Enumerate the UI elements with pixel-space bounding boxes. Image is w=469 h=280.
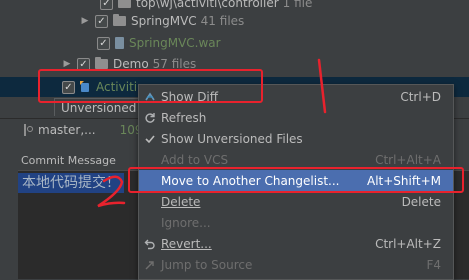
menu-item-revert[interactable]: Revert... Ctrl+Alt+Z: [139, 233, 453, 254]
tree-row-label: top\wj\activiti\controller: [136, 0, 279, 10]
menu-item-show-unversioned[interactable]: Show Unversioned Files: [139, 128, 453, 149]
checkmark-icon: [139, 133, 161, 145]
annotation-box-activiti: [38, 69, 263, 103]
tree-row-label: SpringMVC.war: [129, 36, 221, 50]
menu-item-label: Jump to Source: [161, 257, 253, 272]
menu-item-jump-to-source: Jump to Source F4: [139, 254, 453, 275]
checkbox[interactable]: ✓: [100, 0, 113, 10]
folder-icon: [118, 0, 131, 8]
checkbox[interactable]: ✓: [95, 14, 108, 28]
menu-item-shortcut: Ctrl+Alt+A: [375, 152, 441, 167]
file-count: 1 file: [282, 0, 313, 10]
annotation-box-move-to-changelist: [128, 167, 464, 193]
expand-arrow-icon[interactable]: ▶: [62, 59, 72, 69]
menu-item-label: Add to VCS: [161, 152, 229, 167]
tree-row-label: SpringMVC: [131, 14, 197, 28]
menu-item-shortcut: F4: [426, 257, 441, 272]
commit-message-text: 本地代码提交！: [18, 173, 124, 193]
git-branch-icon: [22, 124, 33, 136]
menu-item-label: Refresh: [161, 110, 207, 125]
menu-item-label: Ignore...: [161, 215, 211, 230]
menu-item-label: Show Unversioned Files: [161, 131, 303, 146]
menu-item-shortcut: Ctrl+D: [400, 89, 441, 104]
menu-item-ignore: Ignore...: [139, 212, 453, 233]
expand-arrow-icon[interactable]: ▶: [80, 16, 90, 26]
tree-row-springmvc[interactable]: ▶ ✓ SpringMVC 41 files: [80, 11, 244, 31]
menu-item-label: Revert...: [161, 236, 212, 251]
branch-name[interactable]: master,...: [38, 123, 96, 137]
revert-icon: [139, 238, 161, 250]
folder-icon: [95, 57, 108, 69]
checkbox[interactable]: ✓: [97, 36, 110, 50]
archive-file-icon: [115, 37, 124, 49]
commit-message-label: Commit Message: [21, 154, 116, 167]
jump-to-source-icon: [139, 259, 161, 271]
tree-row-springmvc-war[interactable]: ✓ SpringMVC.war: [97, 33, 221, 53]
file-count: 41 files: [200, 14, 245, 28]
menu-item-shortcut: Delete: [401, 194, 441, 209]
menu-item-delete[interactable]: Delete Delete: [139, 191, 453, 212]
menu-item-shortcut: Ctrl+Alt+Z: [375, 236, 441, 251]
menu-item-label: Delete: [161, 194, 201, 209]
menu-item-refresh[interactable]: Refresh: [139, 107, 453, 128]
refresh-icon: [139, 112, 161, 124]
folder-icon: [113, 14, 126, 26]
